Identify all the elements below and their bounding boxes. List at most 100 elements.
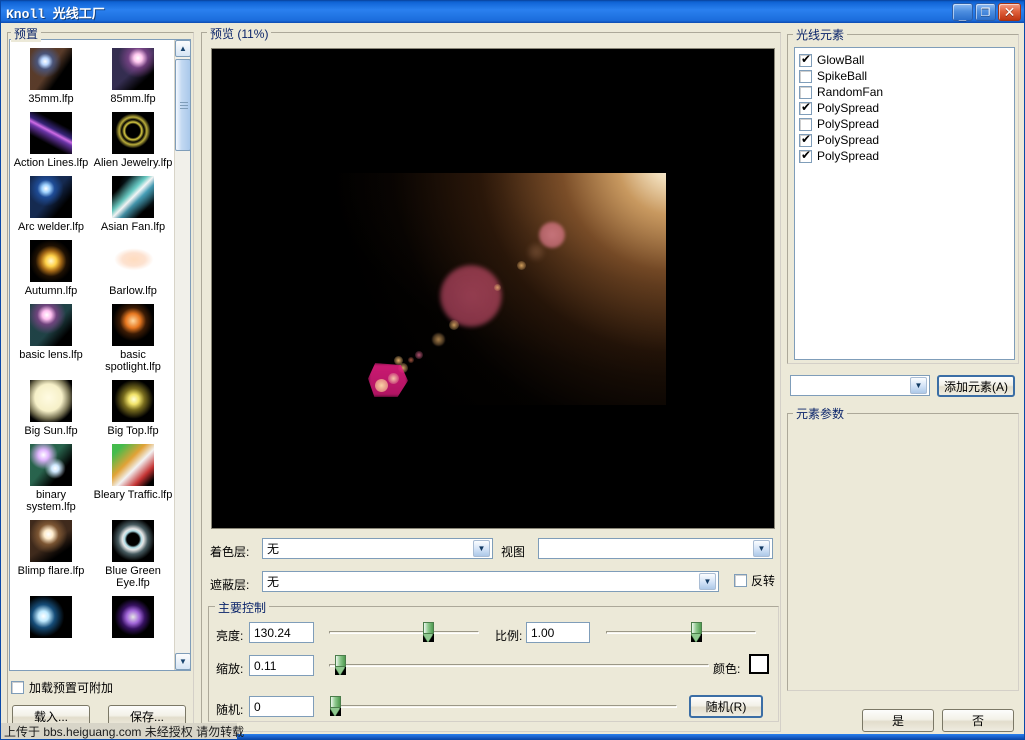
slider-thumb[interactable] <box>423 622 434 642</box>
light-element-row[interactable]: PolySpread <box>799 116 1014 132</box>
mask-layer-combo[interactable]: 无 ▼ <box>262 571 719 592</box>
chevron-down-icon[interactable]: ▼ <box>910 377 927 394</box>
preset-item[interactable]: Blue Green Eye.lfp <box>92 520 174 589</box>
preset-thumbnail-icon <box>30 112 72 154</box>
scroll-up-icon[interactable]: ▲ <box>175 40 190 57</box>
restore-icon: ❐ <box>980 6 991 19</box>
preset-thumbnail-icon <box>112 380 154 422</box>
preset-name-label: Big Top.lfp <box>107 425 159 437</box>
slider-track <box>332 705 677 708</box>
scale-input[interactable]: 1.00 <box>526 622 590 643</box>
knoll-light-factory-window: Knoll 光线工厂 _ ❐ ✕ 预置 35mm.lfp 85mm.lfp Acti… <box>0 0 1025 740</box>
light-element-label: PolySpread <box>817 117 880 131</box>
light-elements-list[interactable]: GlowBall SpikeBall RandomFan PolySpread Poly… <box>794 47 1015 360</box>
preview-canvas[interactable] <box>211 48 775 529</box>
preset-item[interactable]: Blimp flare.lfp <box>10 520 92 589</box>
main-controls-group-label: 主要控制 <box>215 599 270 616</box>
slider-thumb[interactable] <box>335 655 347 675</box>
yes-button[interactable]: 是 <box>862 709 934 732</box>
scrollbar-thumb[interactable] <box>175 59 190 151</box>
zoom-slider[interactable] <box>329 655 709 675</box>
attach-preset-checkbox[interactable] <box>11 681 24 694</box>
scroll-down-icon[interactable]: ▼ <box>175 653 190 670</box>
brightness-label: 亮度: <box>216 629 244 643</box>
preset-name-label: Blue Green Eye.lfp <box>105 565 161 589</box>
preset-item[interactable]: Arc welder.lfp <box>10 176 92 233</box>
light-element-checkbox[interactable] <box>799 117 812 131</box>
preset-item[interactable]: basic spotlight.lfp <box>92 304 174 373</box>
flare-ghosts-layer <box>320 173 666 405</box>
light-element-checkbox[interactable] <box>799 52 812 67</box>
light-element-row[interactable]: SpikeBall <box>799 68 1014 84</box>
preset-list[interactable]: 35mm.lfp 85mm.lfp Action Lines.lfp Alien Je… <box>9 39 191 671</box>
minimize-icon: _ <box>958 7 967 22</box>
color-swatch-button[interactable] <box>749 654 769 674</box>
chevron-down-icon[interactable]: ▼ <box>753 540 770 557</box>
preset-name-label: basic spotlight.lfp <box>105 349 161 373</box>
light-element-checkbox[interactable] <box>799 148 812 163</box>
light-element-row[interactable]: GlowBall <box>799 52 1014 68</box>
ghost-pink-medium <box>539 222 565 248</box>
preset-thumbnail-icon <box>30 444 72 486</box>
light-element-checkbox[interactable] <box>799 132 812 147</box>
preset-grid: 35mm.lfp 85mm.lfp Action Lines.lfp Alien Je… <box>10 40 175 670</box>
chevron-down-icon[interactable]: ▼ <box>699 573 716 590</box>
minimize-button[interactable]: _ <box>952 3 973 21</box>
preset-item[interactable]: Alien Jewelry.lfp <box>92 112 174 169</box>
window-controls: _ ❐ ✕ <box>952 3 1024 21</box>
add-element-combo[interactable]: ▼ <box>790 375 930 396</box>
light-element-checkbox[interactable] <box>799 85 812 99</box>
light-element-checkbox[interactable] <box>799 100 812 115</box>
light-element-row[interactable]: PolySpread <box>799 132 1014 148</box>
preset-item[interactable]: basic lens.lfp <box>10 304 92 373</box>
preset-item[interactable]: Autumn.lfp <box>10 240 92 297</box>
element-params-group-box <box>787 413 1019 691</box>
ghost-small-amber-2 <box>494 284 501 291</box>
brightness-input[interactable]: 130.24 <box>249 622 314 643</box>
preset-item[interactable]: binary system.lfp <box>10 444 92 513</box>
light-element-row[interactable]: PolySpread <box>799 148 1014 164</box>
preset-item[interactable]: 85mm.lfp <box>92 48 174 105</box>
restore-button[interactable]: ❐ <box>975 3 996 21</box>
scale-slider[interactable] <box>606 622 756 642</box>
preset-item[interactable]: Action Lines.lfp <box>10 112 92 169</box>
add-element-button[interactable]: 添加元素(A) <box>937 375 1015 397</box>
chevron-down-icon[interactable]: ▼ <box>473 540 490 557</box>
preset-item[interactable]: 35mm.lfp <box>10 48 92 105</box>
title-bar: Knoll 光线工厂 _ ❐ ✕ <box>1 1 1024 23</box>
ghost-pink-large <box>440 265 502 327</box>
zoom-input[interactable]: 0.11 <box>249 655 314 676</box>
light-element-label: SpikeBall <box>817 69 868 83</box>
slider-thumb[interactable] <box>691 622 702 642</box>
no-button[interactable]: 否 <box>942 709 1014 732</box>
preset-thumbnail-icon <box>30 596 72 638</box>
preset-item[interactable] <box>92 596 174 641</box>
preset-item[interactable]: Barlow.lfp <box>92 240 174 297</box>
slider-thumb[interactable] <box>330 696 342 716</box>
light-element-row[interactable]: RandomFan <box>799 84 1014 100</box>
preset-item[interactable]: Big Top.lfp <box>92 380 174 437</box>
light-element-row[interactable]: PolySpread <box>799 100 1014 116</box>
ghost-small-amber-1 <box>517 261 526 270</box>
preset-thumbnail-icon <box>30 48 72 90</box>
close-button[interactable]: ✕ <box>998 3 1021 21</box>
light-element-checkbox[interactable] <box>799 69 812 83</box>
randomize-button[interactable]: 随机(R) <box>689 695 763 718</box>
preset-thumbnail-icon <box>30 240 72 282</box>
preset-item[interactable]: Asian Fan.lfp <box>92 176 174 233</box>
random-input[interactable]: 0 <box>249 696 314 717</box>
attach-preset-row[interactable]: 加载预置可附加 <box>11 679 113 696</box>
color-layer-combo[interactable]: 无 ▼ <box>262 538 493 559</box>
view-combo[interactable]: ▼ <box>538 538 773 559</box>
attach-preset-label: 加载预置可附加 <box>29 681 114 695</box>
invert-checkbox[interactable] <box>734 574 747 587</box>
brightness-slider[interactable] <box>329 622 479 642</box>
preset-item[interactable]: Big Sun.lfp <box>10 380 92 437</box>
preset-item[interactable]: Bleary Traffic.lfp <box>92 444 174 513</box>
close-icon: ✕ <box>1003 3 1016 20</box>
preset-item[interactable] <box>10 596 92 641</box>
preset-thumbnail-icon <box>112 444 154 486</box>
preset-scrollbar[interactable]: ▲ ▼ <box>174 40 190 670</box>
invert-row[interactable]: 反转 <box>734 572 775 589</box>
random-slider[interactable] <box>330 696 677 716</box>
